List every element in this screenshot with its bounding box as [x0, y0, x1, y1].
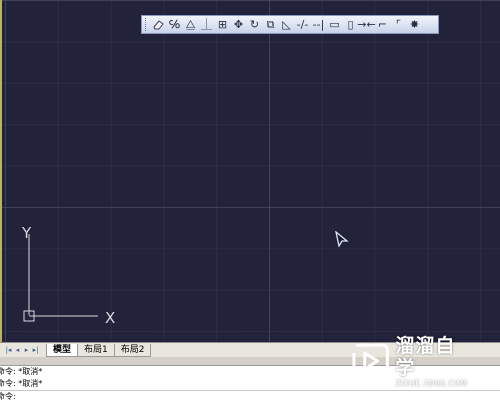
fillet-icon[interactable]: ⌜ [391, 17, 406, 32]
move-icon[interactable]: ✥ [231, 17, 246, 32]
extend-icon[interactable]: --| [311, 17, 326, 32]
prev-tab-icon[interactable]: ◂ [13, 346, 22, 354]
watermark: 溜溜自学 ZIXUE.3D66.COM [350, 334, 474, 388]
stretch-icon[interactable]: ◺ [279, 17, 294, 32]
break-at-point-icon[interactable]: ▭ [327, 17, 342, 32]
next-tab-icon[interactable]: ▸ [22, 346, 31, 354]
break-icon[interactable]: ▯ [343, 17, 358, 32]
play-logo-icon [352, 343, 389, 379]
explode-icon[interactable]: ✸ [407, 17, 422, 32]
tab-layout2[interactable]: 布局2 [113, 343, 152, 357]
drawing-canvas[interactable]: ℅ ⧋ ⏊ ⊞ ✥ ↻ ⧉ ◺ -/- --| ▭ ▯ →← ⌐ ⌜ ✸ Y X [0, 0, 500, 342]
chamfer-icon[interactable]: ⌐ [375, 17, 390, 32]
first-tab-icon[interactable]: |◂ [4, 346, 13, 354]
command-input[interactable]: 命令: [0, 390, 500, 401]
array-icon[interactable]: ⊞ [215, 17, 230, 32]
erase-icon[interactable] [151, 17, 166, 32]
scale-icon[interactable]: ⧉ [263, 17, 278, 32]
tab-model[interactable]: 模型 [46, 343, 79, 357]
ucs-x-label: X [105, 309, 115, 327]
cursor-arrow-icon [335, 231, 349, 247]
rotate-icon[interactable]: ↻ [247, 17, 262, 32]
last-tab-icon[interactable]: ▸| [31, 346, 40, 354]
copy-object-icon[interactable]: ℅ [167, 17, 182, 32]
offset-icon[interactable]: ⏊ [199, 17, 214, 32]
ucs-icon: Y X [21, 224, 115, 327]
ucs-y-label: Y [21, 224, 32, 242]
toolbar-grip[interactable] [145, 18, 148, 31]
mirror-icon[interactable]: ⧋ [183, 17, 198, 32]
watermark-title: 溜溜自学 [395, 334, 456, 379]
watermark-url: ZIXUE.3D66.COM [395, 378, 468, 388]
tab-layout1[interactable]: 布局1 [77, 343, 115, 357]
join-icon[interactable]: →← [357, 17, 375, 32]
trim-icon[interactable]: -/- [295, 17, 310, 32]
modify-toolbar: ℅ ⧋ ⏊ ⊞ ✥ ↻ ⧉ ◺ -/- --| ▭ ▯ →← ⌐ ⌜ ✸ [141, 15, 439, 34]
